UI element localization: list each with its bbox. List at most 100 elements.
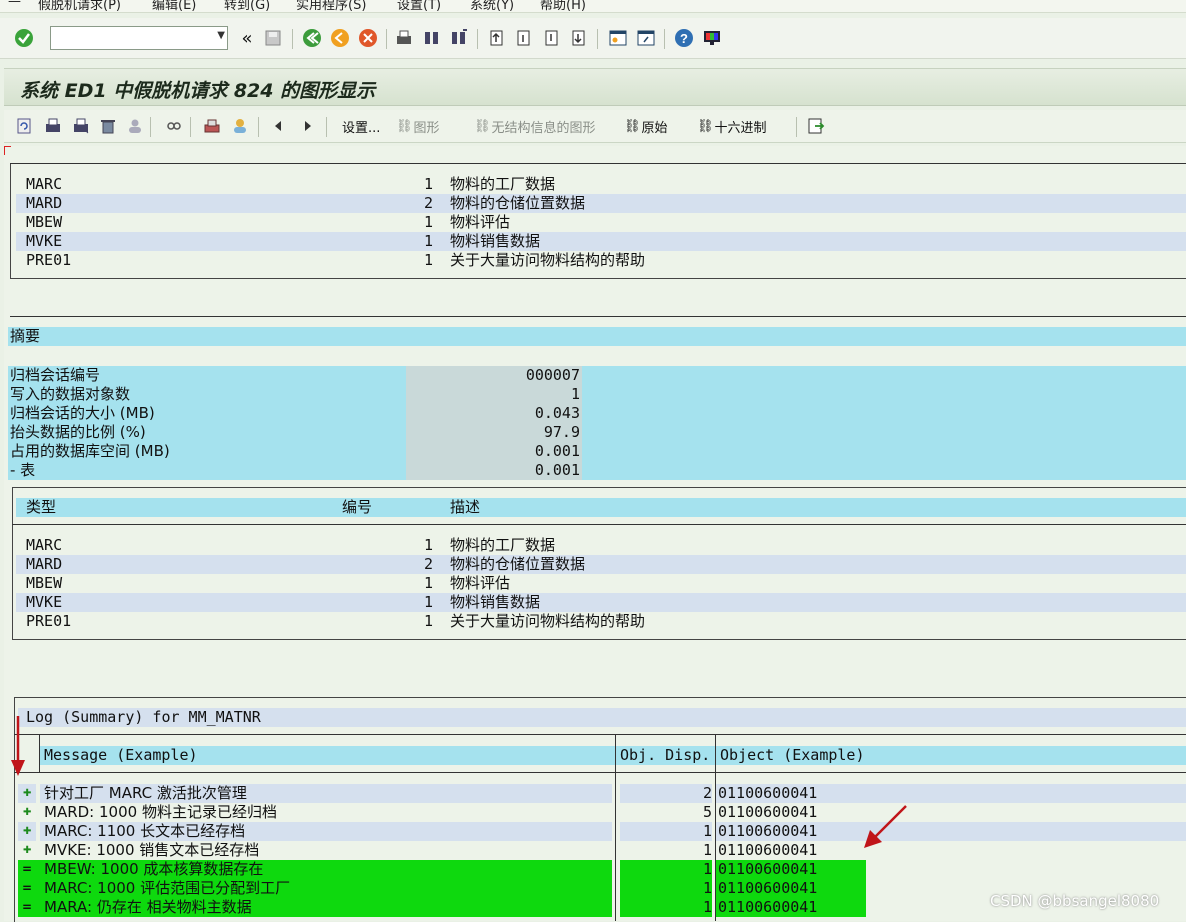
title-bar: 系统 ED1 中假脱机请求 824 的图形显示	[4, 68, 1186, 106]
command-field[interactable]: ▼	[50, 26, 228, 50]
table-row: MARC 1 物料的工厂数据	[26, 536, 556, 554]
plus-icon[interactable]: ✚	[23, 846, 31, 856]
refresh-icon[interactable]	[14, 116, 34, 136]
summary-row: 写入的数据对象数 1	[8, 385, 1186, 404]
exit-icon[interactable]	[329, 27, 351, 49]
log-row: ✚ MVKE: 1000 销售文本已经存档 1 01100600041	[23, 841, 818, 859]
recipient-icon[interactable]	[230, 116, 250, 136]
hex-button[interactable]: ⛓ 十六进制	[697, 115, 767, 137]
previous-arrow-icon[interactable]	[268, 116, 288, 136]
create-session-icon[interactable]	[607, 27, 629, 49]
column-header-number: 编号	[342, 498, 373, 516]
customize-layout-icon[interactable]	[701, 27, 723, 49]
log-row: ✚ MARC: 1100 长文本已经存档 1 01100600041	[18, 822, 1186, 841]
watermark: CSDN @bbsangel8080	[990, 892, 1160, 910]
svg-text:?: ?	[680, 31, 688, 46]
plus-icon[interactable]: ✚	[23, 808, 31, 818]
list-item: MVKE 1 物料销售数据	[16, 232, 1186, 251]
column-header-description: 描述	[450, 498, 481, 516]
list-item: MARC 1 物料的工厂数据	[26, 175, 556, 193]
table-row: PRE01 1 关于大量访问物料结构的帮助	[26, 612, 646, 630]
chain-icon: ⛓	[624, 118, 641, 134]
annotation-arrow-diagonal	[864, 805, 907, 848]
log-title: Log (Summary) for MM_MATNR	[18, 708, 1186, 727]
unstructured-graphic-button[interactable]: ⛓ 无结构信息的图形	[474, 115, 596, 137]
print-icon[interactable]	[393, 27, 415, 49]
log-row: ✚ 针对工厂 MARC 激活批次管理 2 01100600041	[18, 784, 1186, 803]
column-header-object: Object (Example)	[720, 746, 865, 764]
list-item: MBEW 1 物料评估	[26, 213, 511, 231]
summary-row: 占用的数据库空间 (MB) 0.001	[8, 442, 1186, 461]
page-title: 系统 ED1 中假脱机请求 824 的图形显示	[20, 80, 376, 102]
menu-spool-request[interactable]: 假脱机请求(P)	[38, 0, 121, 12]
menu-icon[interactable]: —	[8, 0, 21, 9]
previous-page-icon[interactable]	[513, 27, 535, 49]
enter-check-icon[interactable]	[13, 27, 35, 49]
minus-icon[interactable]: =	[22, 898, 32, 917]
summary-row: 归档会话编号 000007	[8, 366, 1186, 385]
cursor-mark	[4, 146, 11, 155]
report-content: MARC 1 物料的工厂数据 MARD 2 物料的仓储位置数据 MBEW 1 物…	[4, 146, 1186, 922]
summary-row: 归档会话的大小 (MB) 0.043	[8, 404, 1186, 423]
cancel-icon[interactable]	[357, 27, 379, 49]
minus-icon[interactable]: =	[22, 879, 32, 898]
list-item: PRE01 1 关于大量访问物料结构的帮助	[26, 251, 646, 269]
list-item: MARD 2 物料的仓储位置数据	[16, 194, 1186, 213]
next-page-icon[interactable]	[541, 27, 563, 49]
next-arrow-icon[interactable]	[298, 116, 318, 136]
menu-utilities[interactable]: 实用程序(S)	[296, 0, 366, 12]
table-row: MARD 2 物料的仓储位置数据	[16, 555, 1186, 574]
column-header-message: Message (Example)	[44, 746, 198, 764]
menu-system[interactable]: 系统(Y)	[470, 0, 514, 12]
menu-help[interactable]: 帮助(H)	[540, 0, 586, 12]
hex-button-label: 十六进制	[714, 120, 767, 136]
application-toolbar: 设置... ⛓ 图形 ⛓ 无结构信息的图形 ⛓ 原始 ⛓ 十六进制	[4, 110, 1186, 143]
export-icon[interactable]	[806, 116, 826, 136]
menu-edit[interactable]: 编辑(E)	[152, 0, 196, 12]
save-icon[interactable]	[262, 27, 284, 49]
graphic-button-label: 图形	[413, 120, 440, 136]
column-header-type: 类型	[26, 498, 57, 516]
menu-goto[interactable]: 转到(G)	[224, 0, 270, 12]
annotation-arrow-down	[11, 716, 25, 776]
user-icon[interactable]	[125, 116, 145, 136]
shortcut-icon[interactable]	[635, 27, 657, 49]
log-row-highlighted: = MBEW: 1000 成本核算数据存在 1 01100600041	[18, 860, 1186, 879]
summary-heading: 摘要	[8, 327, 1186, 346]
find-next-icon[interactable]	[448, 27, 470, 49]
back-icon[interactable]	[301, 27, 323, 49]
settings-button[interactable]: 设置...	[342, 115, 380, 137]
plus-icon[interactable]: ✚	[23, 789, 31, 799]
raw-button[interactable]: ⛓ 原始	[624, 115, 668, 137]
log-row: ✚ MARD: 1000 物料主记录已经归档 5 01100600041	[18, 803, 1186, 822]
print-setup-icon[interactable]	[71, 116, 91, 136]
menu-settings[interactable]: 设置(T)	[397, 0, 441, 12]
last-page-icon[interactable]	[568, 27, 590, 49]
delete-icon[interactable]	[98, 116, 118, 136]
table-row: MVKE 1 物料销售数据	[16, 593, 1186, 612]
print-icon[interactable]	[43, 116, 63, 136]
graphic-button[interactable]: ⛓ 图形	[396, 115, 440, 137]
column-header-obj-disp: Obj. Disp.	[620, 746, 711, 764]
log-table-header: Message (Example) Obj. Disp. Object (Exa…	[40, 746, 1186, 765]
chevron-down-icon[interactable]: ▼	[217, 30, 225, 41]
find-icon[interactable]	[421, 27, 443, 49]
summary-row: 抬头数据的比例 (%) 97.9	[8, 423, 1186, 442]
minus-icon[interactable]: =	[22, 860, 32, 879]
standard-toolbar: ▼ « ?	[0, 18, 1186, 59]
chain-icon: ⛓	[697, 118, 714, 134]
summary-row: - 表 0.001	[8, 461, 1186, 480]
type-table-header: 类型 编号 描述	[16, 498, 1186, 517]
menu-bar: — 假脱机请求(P) 编辑(E) 转到(G) 实用程序(S) 设置(T) 系统(…	[0, 0, 1186, 13]
plus-icon[interactable]: ✚	[23, 827, 31, 837]
chain-icon: ⛓	[474, 118, 491, 134]
output-device-icon[interactable]	[202, 116, 222, 136]
chain-icon: ⛓	[396, 118, 413, 134]
link-icon[interactable]	[164, 116, 184, 136]
help-icon[interactable]: ?	[673, 27, 695, 49]
back-arrows-icon[interactable]: «	[236, 27, 258, 49]
table-row: MBEW 1 物料评估	[26, 574, 511, 592]
first-page-icon[interactable]	[486, 27, 508, 49]
unstructured-graphic-button-label: 无结构信息的图形	[491, 120, 596, 136]
raw-button-label: 原始	[641, 120, 668, 136]
